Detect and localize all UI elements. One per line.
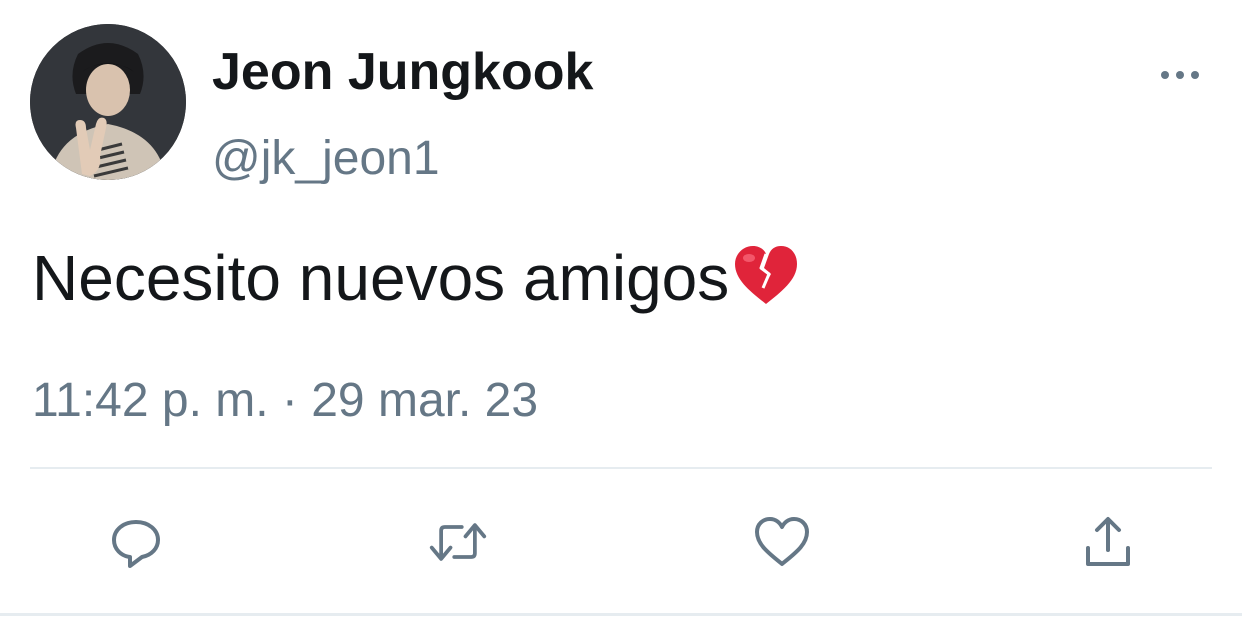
- user-handle[interactable]: @jk_jeon1: [212, 130, 440, 188]
- ellipsis-icon: [1161, 71, 1199, 79]
- divider: [30, 467, 1212, 469]
- display-name[interactable]: Jeon Jungkook: [212, 42, 593, 102]
- like-button[interactable]: [752, 512, 812, 572]
- retweet-button[interactable]: [428, 512, 488, 572]
- avatar[interactable]: [30, 24, 186, 180]
- tweet-timestamp[interactable]: 11:42 p. m. · 29 mar. 23: [32, 372, 538, 430]
- bottom-divider: [0, 613, 1242, 616]
- retweet-icon: [429, 523, 487, 561]
- broken-heart-icon: [731, 244, 801, 326]
- tweet-text-content: Necesito nuevos amigos: [32, 242, 730, 314]
- more-options-button[interactable]: [1152, 58, 1208, 92]
- avatar-photo-icon: [30, 24, 186, 180]
- reply-icon: [112, 520, 160, 568]
- share-button[interactable]: [1078, 512, 1138, 572]
- heart-icon: [755, 517, 809, 566]
- reply-button[interactable]: [106, 512, 166, 572]
- tweet-card: Jeon Jungkook @jk_jeon1 Necesito nuevos …: [0, 0, 1242, 633]
- tweet-text: Necesito nuevos amigos: [32, 238, 801, 326]
- share-icon: [1086, 517, 1130, 566]
